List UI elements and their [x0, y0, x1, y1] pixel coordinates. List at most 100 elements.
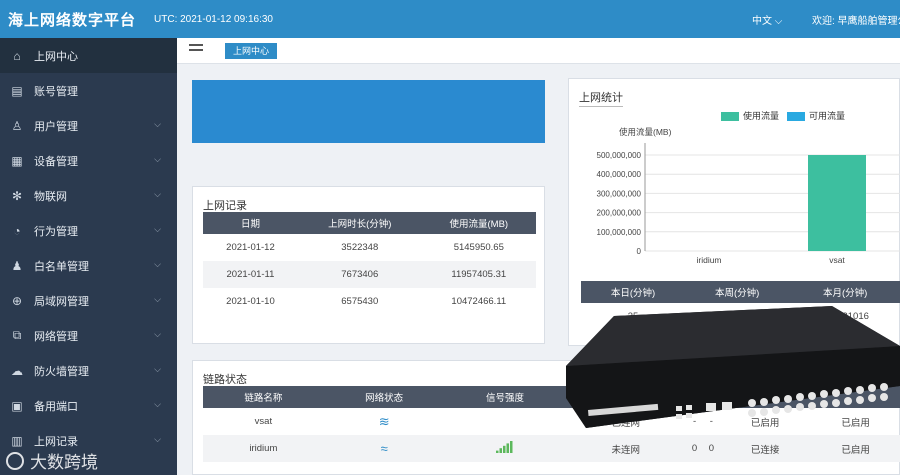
summary-banner [192, 80, 545, 143]
column-header: 使用流量(MB) [421, 212, 536, 234]
sidebar-item-label: 用户管理 [34, 120, 78, 133]
stats-header: 本日(分钟) [581, 281, 686, 303]
menu-toggle-icon[interactable] [189, 44, 203, 56]
table-cell: ≋ [324, 408, 445, 435]
table-row: iridium ≈ 未连网 0 0 已连接 已启用 [203, 435, 900, 462]
top-bar: 海上网络数字平台 UTC: 2021-01-12 09:16:30 中文 ⌵ 欢… [0, 0, 900, 38]
table-cell: 未连网 [565, 435, 687, 462]
table-cell: 6575430 [341, 296, 379, 307]
legend-label: 使用流量 [743, 111, 780, 121]
whitelist-icon: ♟ [11, 258, 23, 273]
sidebar-item-label: 行为管理 [34, 225, 78, 238]
table-cell: 2021-01-12 [226, 242, 275, 253]
legend-item[interactable]: 使用流量 [721, 111, 780, 122]
traffic-title: 上网统计 [579, 89, 623, 107]
y-tick-label: 200,000,000 [597, 209, 642, 218]
chevron-down-icon: ⌵ [154, 364, 161, 374]
language-select[interactable]: 中文 ⌵ [752, 12, 782, 27]
sidebar: ⌂ 上网中心 ▤ 账号管理 ♙ 用户管理 ⌵ ▦ 设备管理 ⌵ ✻ 物联网 ⌵ ◔ 行为管理 ⌵ ♟ 白名单管理 ⌵… [0, 38, 177, 475]
stats-header: 本周(分钟) [685, 281, 790, 303]
legend-label: 可用流量 [809, 111, 846, 121]
sidebar-item[interactable]: ▦ 设备管理 ⌵ [0, 143, 177, 178]
watermark: 大数跨境 [6, 448, 98, 473]
legend-item[interactable]: 可用流量 [787, 111, 846, 122]
table-cell: 3522348 [341, 242, 379, 253]
app-title: 海上网络数字平台 [8, 11, 137, 29]
records-panel: 上网记录 日期 上网时长(分钟) 使用流量(MB) 2021-01-12 352234… [192, 186, 545, 344]
sidebar-item[interactable]: ◔ 行为管理 ⌵ [0, 213, 177, 248]
sidebar-item[interactable]: ✻ 物联网 ⌵ [0, 178, 177, 213]
device-icon: ▦ [11, 153, 23, 168]
chevron-down-icon: ⌵ [154, 154, 161, 164]
router-device-image [566, 306, 900, 428]
sidebar-item-label: 防火墙管理 [34, 365, 89, 378]
sidebar-item-label: 账号管理 [34, 85, 78, 98]
globe-icon: ⊕ [11, 293, 23, 308]
x-tick-label: iridium [696, 255, 721, 265]
sidebar-item[interactable]: ♙ 用户管理 ⌵ [0, 108, 177, 143]
sidebar-item[interactable]: ▣ 备用端口 ⌵ [0, 388, 177, 423]
network-icon: ⧉ [12, 328, 22, 342]
sidebar-item-label: 上网中心 [34, 50, 78, 63]
table-cell: 10472466.11 [451, 296, 507, 307]
sidebar-item-label: 网络管理 [34, 330, 78, 343]
table-cell: 7673406 [297, 261, 422, 288]
sidebar-item-label: 物联网 [34, 190, 67, 203]
wifi-icon: ≋ [378, 413, 390, 429]
sidebar-item-label: 白名单管理 [34, 260, 89, 273]
table-cell: 5145950.65 [453, 242, 504, 253]
signal-strength-icon [495, 441, 513, 453]
table-cell: iridium [203, 435, 324, 462]
records-table: 日期 上网时长(分钟) 使用流量(MB) 2021-01-12 3522348 5145… [203, 212, 536, 315]
sidebar-item[interactable]: ⌂ 上网中心 [0, 38, 177, 73]
table-cell [445, 408, 566, 435]
sidebar-item[interactable]: ♟ 白名单管理 ⌵ [0, 248, 177, 283]
sidebar-item[interactable]: ⧉ 网络管理 ⌵ [0, 318, 177, 353]
chevron-down-icon: ⌵ [154, 224, 161, 234]
gauge-icon: ◔ [13, 223, 21, 238]
y-axis-label: 使用流量(MB) [619, 127, 672, 137]
y-tick-label: 0 [637, 247, 642, 256]
chevron-down-icon: ⌵ [154, 259, 161, 269]
tab-home[interactable]: 上网中心 [225, 43, 278, 59]
y-tick-label: 100,000,000 [597, 228, 642, 237]
port-icon: ▣ [11, 398, 23, 413]
sidebar-item[interactable]: ▤ 账号管理 [0, 73, 177, 108]
utc-clock: UTC: 2021-01-12 09:16:30 [154, 13, 273, 25]
chart-legend: 使用流量 可用流量 [721, 109, 853, 122]
tab-bar: 上网中心 [177, 38, 900, 64]
chevron-down-icon: ⌵ [154, 399, 161, 409]
column-header: 网络状态 [323, 386, 445, 408]
legend-swatch [787, 112, 806, 122]
traffic-chart: 使用流量(MB) 500,000,000 400,000,000 300,000,00… [597, 127, 900, 265]
column-header: 信号强度 [444, 386, 566, 408]
chevron-down-icon: ⌵ [154, 189, 161, 199]
user-icon: ♙ [11, 118, 23, 133]
sidebar-item[interactable]: ☁ 防火墙管理 ⌵ [0, 353, 177, 388]
chevron-down-icon: ⌵ [774, 16, 783, 27]
column-header: 日期 [203, 212, 298, 234]
table-cell: 11957405.31 [421, 261, 536, 288]
x-tick-label: vsat [829, 255, 845, 265]
watermark-logo-icon [6, 451, 24, 470]
iot-icon: ✻ [11, 188, 23, 203]
cloud-icon: ☁ [11, 363, 23, 378]
table-cell: 已启用 [810, 435, 900, 462]
column-header: 上网时长(分钟) [297, 212, 422, 234]
record-icon: ▥ [11, 433, 23, 448]
table-cell [444, 435, 566, 462]
chevron-down-icon: ⌵ [154, 434, 161, 444]
table-cell: ≈ [323, 435, 445, 462]
sidebar-item-label: 备用端口 [34, 400, 78, 413]
sidebar-item-label: 局域网管理 [34, 295, 89, 308]
y-tick-label: 500,000,000 [597, 151, 642, 160]
table-cell: 0 [702, 435, 720, 462]
table-cell: vsat [254, 416, 273, 427]
user-greeting[interactable]: 欢迎: 早鹰船舶管理公 [812, 12, 900, 27]
sidebar-item-label: 上网记录 [34, 435, 78, 448]
table-row: 2021-01-11 7673406 11957405.31 [203, 261, 536, 288]
column-header: 链路名称 [203, 386, 324, 408]
sidebar-item[interactable]: ⊕ 局域网管理 ⌵ [0, 283, 177, 318]
y-tick-label: 400,000,000 [597, 170, 642, 179]
id-card-icon: ▤ [11, 83, 23, 98]
